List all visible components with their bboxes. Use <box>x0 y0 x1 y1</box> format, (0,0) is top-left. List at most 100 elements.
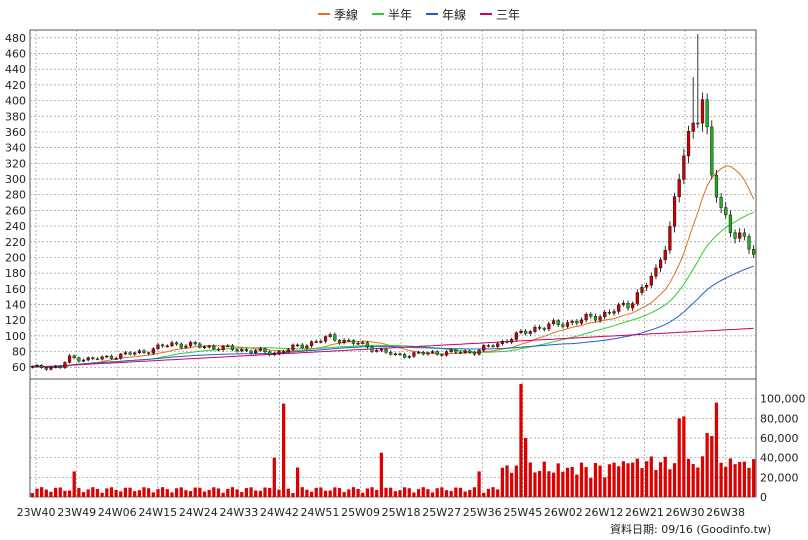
candle-body <box>351 340 356 344</box>
candle-body <box>291 344 295 350</box>
candle-body <box>435 351 439 355</box>
volume-bar <box>570 467 574 497</box>
volume-bar <box>617 466 621 497</box>
volume-bar <box>612 462 616 497</box>
x-tick-label: 26W12 <box>584 506 623 519</box>
candle-body <box>635 292 639 304</box>
candle-body <box>300 344 304 348</box>
volume-bar <box>621 461 625 497</box>
volume-bar <box>677 418 681 497</box>
volume-bar <box>561 471 565 497</box>
volume-bar <box>510 472 514 497</box>
price-tick-label: 360 <box>5 126 26 139</box>
volume-bar <box>640 468 644 497</box>
volume-bar <box>268 487 272 497</box>
legend-swatch-three-year <box>480 13 493 15</box>
x-tick-label: 26W30 <box>666 506 705 519</box>
candle-body <box>258 348 262 351</box>
candle-body <box>700 99 705 124</box>
volume-bar <box>67 490 72 497</box>
candle-body <box>593 316 598 321</box>
ma-line-三年 <box>32 327 754 368</box>
candle-body <box>426 352 430 355</box>
volume-tick-label: 0 <box>760 491 767 504</box>
candle-body <box>533 326 537 332</box>
candle-body <box>347 339 351 342</box>
volume-bar <box>100 492 104 497</box>
candle-body <box>444 351 449 356</box>
x-tick-label: 26W38 <box>706 506 745 519</box>
candle-body <box>491 345 495 347</box>
candle-body <box>705 99 709 128</box>
volume-bar <box>202 491 207 497</box>
volume-bar <box>137 490 141 497</box>
volume-bar <box>133 491 137 497</box>
candle-body <box>379 349 383 351</box>
x-tick-label: 24W24 <box>179 506 218 519</box>
volume-bar <box>458 487 463 497</box>
volume-tick-label: 80,000 <box>760 412 799 425</box>
candle-body <box>319 340 323 343</box>
candle-body <box>375 350 379 352</box>
candle-body <box>67 355 72 363</box>
candle-body <box>286 349 290 353</box>
candle-body <box>486 345 490 347</box>
chart-legend: 季線 半年 年線 三年 <box>318 6 520 22</box>
candle-body <box>603 311 607 317</box>
price-tick-label: 320 <box>5 157 26 170</box>
candle-body <box>398 353 402 356</box>
volume-bar <box>161 487 165 497</box>
candle-body <box>128 352 132 355</box>
candle-body <box>556 320 560 325</box>
candle-body <box>654 267 658 277</box>
volume-bar <box>389 487 393 497</box>
candle-body <box>114 357 118 360</box>
candle-body <box>147 352 151 354</box>
candle-body <box>472 351 477 355</box>
candle-body <box>617 304 621 312</box>
x-tick-label: 26W02 <box>544 506 583 519</box>
x-tick-label: 23W40 <box>17 506 56 519</box>
candle-body <box>510 339 514 343</box>
candle-body <box>710 126 714 176</box>
volume-bar <box>165 489 169 497</box>
volume-bar <box>454 487 458 497</box>
volume-bar <box>272 457 276 497</box>
x-tick-label: 25W45 <box>503 506 542 519</box>
volume-bar <box>733 464 737 497</box>
candle-body <box>337 340 342 343</box>
candle-body <box>202 346 207 348</box>
volume-bar <box>170 492 174 497</box>
candle-body <box>714 174 719 198</box>
volume-bar <box>505 465 509 497</box>
volume-bar <box>230 487 235 497</box>
price-tick-label: 460 <box>5 48 26 61</box>
volume-bar <box>589 477 593 497</box>
volume-bar <box>486 488 491 497</box>
volume-bar <box>728 458 733 497</box>
price-tick-label: 420 <box>5 79 26 92</box>
candle-body <box>263 348 267 353</box>
volume-bar <box>384 487 388 497</box>
volume-bar <box>607 464 612 497</box>
candle-body <box>216 348 221 351</box>
candle-body <box>133 352 137 355</box>
candle-body <box>35 365 39 367</box>
candle-body <box>551 320 556 324</box>
candle-body <box>742 232 746 237</box>
candle-body <box>81 359 86 362</box>
candle-body <box>184 345 188 348</box>
volume-bar <box>81 492 86 497</box>
volume-bar <box>435 488 439 497</box>
candle-body <box>458 352 463 354</box>
price-tick-label: 440 <box>5 63 26 76</box>
volume-bar <box>142 487 146 497</box>
candle-body <box>356 342 360 345</box>
volume-bar <box>663 456 667 497</box>
volume-bar <box>379 452 383 497</box>
candle-body <box>724 207 728 216</box>
volume-bar <box>672 463 677 497</box>
volume-bar <box>584 467 588 497</box>
candle-body <box>686 131 691 157</box>
volume-bar <box>151 492 155 497</box>
